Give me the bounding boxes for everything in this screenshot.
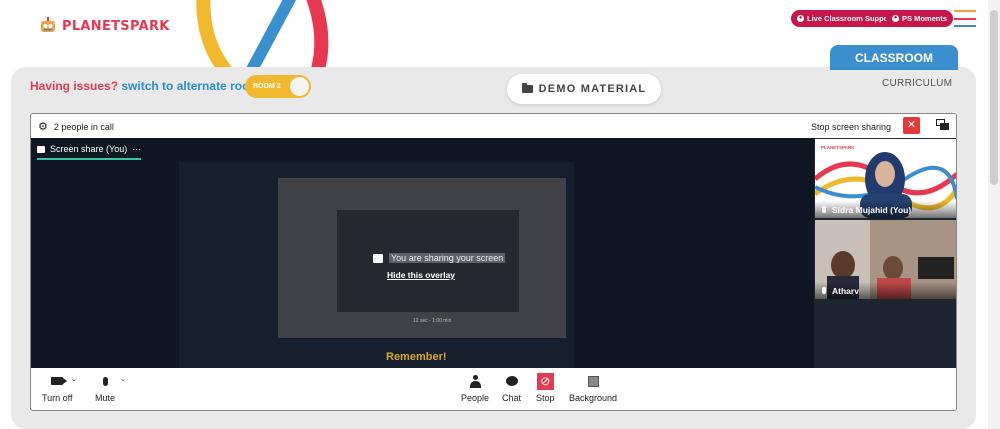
chat-button[interactable]: Chat xyxy=(502,374,521,403)
background-icon xyxy=(587,375,599,387)
robot-logo-icon xyxy=(41,17,55,32)
scrollbar-thumb[interactable] xyxy=(990,10,998,185)
sharing-message: You are sharing your screen xyxy=(373,253,506,263)
screen-share-icon xyxy=(37,145,45,153)
call-controls: Turn off ⌄ Mute ⌄ People Chat ⊘ Stop Bac… xyxy=(31,368,956,410)
share-screen-icon xyxy=(373,253,383,263)
room-toggle[interactable]: ROOM 2 xyxy=(245,75,311,98)
camera-button[interactable]: Turn off xyxy=(42,374,73,403)
microphone-icon xyxy=(102,376,108,386)
people-count-label: 2 people in call xyxy=(53,121,114,132)
mic-options-chevron-icon[interactable]: ⌄ xyxy=(120,375,126,383)
shared-screen-preview: You are sharing your screen Hide this ov… xyxy=(278,178,566,338)
menu-icon[interactable] xyxy=(954,10,976,27)
people-count: ⚙ 2 people in call xyxy=(38,120,114,133)
camera-options-chevron-icon[interactable]: ⌄ xyxy=(71,375,77,383)
participant-name: Sidra Mujahid (You) xyxy=(815,201,956,218)
brand-name: PLANETSPARK xyxy=(62,18,170,34)
preview-caption: 12 sec - 1:00 min xyxy=(413,318,452,324)
screen-share-stage: Screen share (You) ··· You are sharing y… xyxy=(31,138,814,368)
screen-share-label: Screen share (You) xyxy=(50,144,128,154)
live-support-button[interactable]: ● Live Classroom Support xyxy=(791,10,900,27)
stop-sharing-button[interactable]: ✕ xyxy=(903,117,920,134)
demo-material-label: DEMO MATERIAL xyxy=(538,83,647,95)
chat-label: Chat xyxy=(502,393,522,403)
live-support-label: Live Classroom Support xyxy=(807,14,894,23)
demo-material-button[interactable]: DEMO MATERIAL xyxy=(507,74,661,104)
stop-label: Stop xyxy=(536,393,555,403)
ps-moments-button[interactable]: ● PS Moments xyxy=(886,10,954,27)
camera-label: Turn off xyxy=(42,393,73,403)
chat-icon xyxy=(505,376,518,386)
tab-classroom[interactable]: CLASSROOM xyxy=(830,45,958,70)
room-toggle-label: ROOM 2 xyxy=(253,83,281,90)
tab-screen-share[interactable]: Screen share (You) ··· xyxy=(37,144,142,160)
video-call-window: ⚙ 2 people in call Stop screen sharing ✕… xyxy=(30,113,957,411)
mic-icon xyxy=(822,287,826,294)
participant-tile[interactable]: PLANETSPARK Sidra Mujahid (You) xyxy=(815,139,956,218)
alternate-room-prompt: Having issues? switch to alternate room xyxy=(30,79,260,93)
moments-icon: ● xyxy=(892,15,899,22)
participant-tile[interactable]: Atharv xyxy=(815,220,956,299)
switch-room-link[interactable]: switch to alternate room xyxy=(121,79,260,93)
ps-moments-label: PS Moments xyxy=(902,14,948,23)
stop-share-icon: ⊘ xyxy=(536,372,554,390)
mute-button[interactable]: Mute xyxy=(95,374,115,403)
remember-text: Remember! xyxy=(386,351,447,363)
participant-name: Atharv xyxy=(815,282,956,299)
pip-icon[interactable] xyxy=(936,119,949,131)
more-options-icon[interactable]: ··· xyxy=(132,144,141,154)
participants-sidebar: PLANETSPARK Sidra Mujahid (You) Atharv xyxy=(814,138,956,368)
call-header: ⚙ 2 people in call Stop screen sharing ✕ xyxy=(31,114,956,138)
hide-overlay-link[interactable]: Hide this overlay xyxy=(387,270,455,280)
page-scrollbar[interactable] xyxy=(988,0,1000,429)
stop-share-button[interactable]: ⊘ Stop xyxy=(536,372,555,403)
camera-icon xyxy=(51,377,68,385)
people-button[interactable]: People xyxy=(461,374,489,403)
mic-icon xyxy=(822,206,826,213)
folder-icon xyxy=(521,83,533,93)
stop-sharing-label: Stop screen sharing xyxy=(811,122,892,132)
sharing-overlay: You are sharing your screen Hide this ov… xyxy=(337,210,519,312)
mute-label: Mute xyxy=(95,393,116,403)
participant-name-label: Sidra Mujahid (You) xyxy=(832,204,912,215)
background-button[interactable]: Background xyxy=(569,374,617,403)
background-label: Background xyxy=(569,393,618,403)
participant-name-label: Atharv xyxy=(832,285,859,296)
gear-icon[interactable]: ⚙ xyxy=(38,120,48,133)
issues-text: Having issues? xyxy=(30,79,119,93)
people-label: People xyxy=(461,393,490,403)
tab-curriculum[interactable]: CURRICULUM xyxy=(882,78,952,89)
toggle-knob[interactable] xyxy=(290,77,309,96)
people-icon xyxy=(469,374,481,388)
live-icon: ● xyxy=(797,15,804,22)
brand-logo[interactable]: PLANETSPARK xyxy=(38,16,170,36)
tile-brand: PLANETSPARK xyxy=(821,145,855,150)
classroom-page: PLANETSPARK ● Live Classroom Support ● P… xyxy=(0,0,1000,429)
sharing-message-label: You are sharing your screen xyxy=(389,253,506,263)
